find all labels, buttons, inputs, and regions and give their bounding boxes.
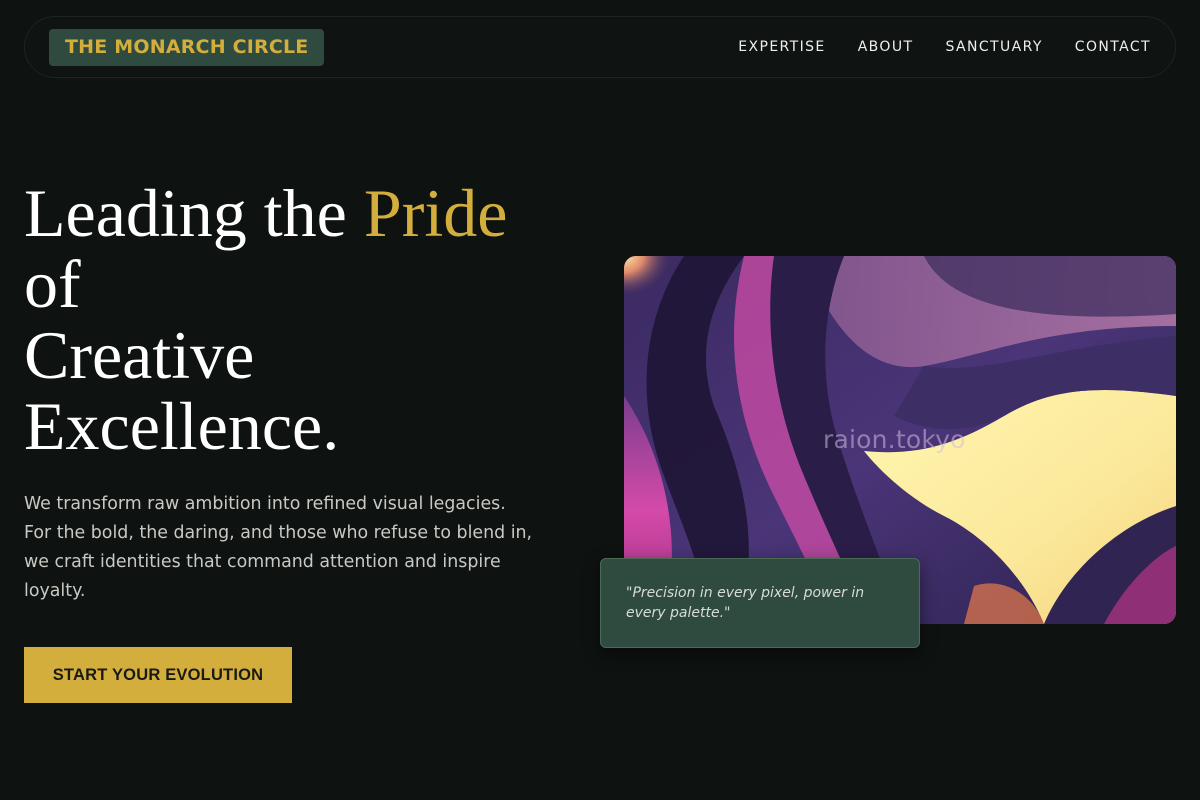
nav-links: EXPERTISE ABOUT SANCTUARY CONTACT — [738, 39, 1151, 55]
hero-title-line3: Creative — [24, 317, 255, 393]
hero-title-line2: of — [24, 246, 81, 322]
watermark-text: raion.tokyo — [823, 425, 966, 454]
quote-text: "Precision in every pixel, power in ever… — [626, 585, 865, 621]
top-navigation: THE MONARCH CIRCLE EXPERTISE ABOUT SANCT… — [24, 16, 1176, 78]
brand-logo[interactable]: THE MONARCH CIRCLE — [49, 28, 325, 66]
quote-card: "Precision in every pixel, power in ever… — [600, 558, 920, 648]
nav-link-sanctuary[interactable]: SANCTUARY — [945, 39, 1042, 55]
hero-title-accent: Pride — [363, 175, 508, 251]
hero-description: We transform raw ambition into refined v… — [24, 494, 533, 601]
hero-title-line4: Excellence. — [24, 388, 340, 464]
start-evolution-button[interactable]: START YOUR EVOLUTION — [24, 647, 292, 703]
nav-link-contact[interactable]: CONTACT — [1075, 39, 1151, 55]
hero-title: Leading the Pride of Creative Excellence. — [24, 178, 584, 462]
nav-link-about[interactable]: ABOUT — [858, 39, 914, 55]
hero-title-part1: Leading the — [24, 175, 364, 251]
nav-link-expertise[interactable]: EXPERTISE — [738, 39, 825, 55]
